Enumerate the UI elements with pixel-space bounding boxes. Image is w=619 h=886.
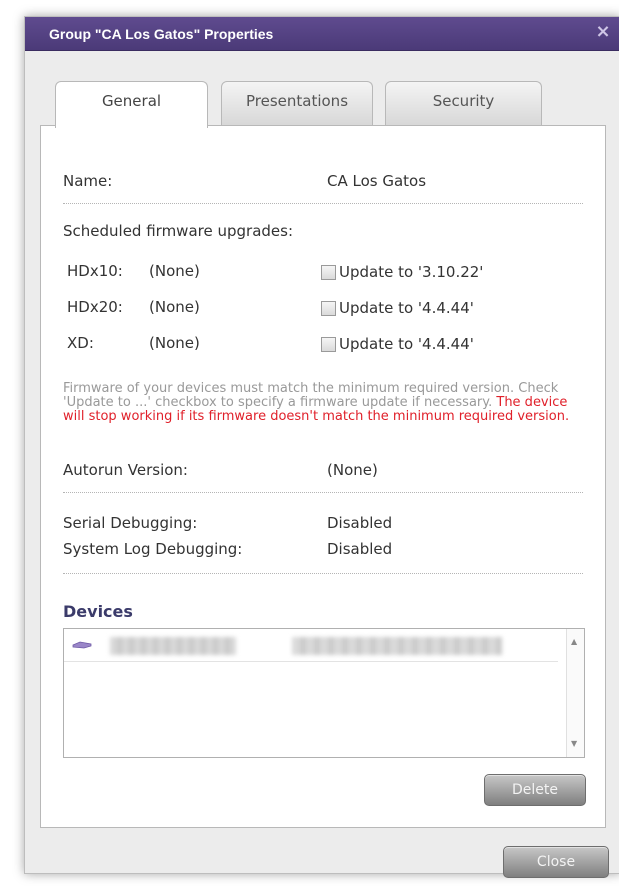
hdx20-update-label[interactable]: Update to '4.4.44'	[339, 299, 474, 317]
dialog-titlebar: Group "CA Los Gatos" Properties ×	[25, 17, 619, 51]
hdx10-model-label: HDx10:	[67, 262, 123, 280]
hdx20-model-label: HDx20:	[67, 298, 123, 316]
scheduled-upgrades-label: Scheduled firmware upgrades:	[63, 222, 294, 240]
tab-general[interactable]: General	[55, 81, 208, 128]
devices-list[interactable]: ▲ ▼	[63, 628, 585, 758]
hdx10-update-checkbox[interactable]	[321, 264, 336, 280]
close-button[interactable]: Close	[503, 846, 609, 878]
xd-current-version: (None)	[149, 334, 200, 352]
system-log-debugging-value: Disabled	[327, 540, 393, 558]
system-log-debugging-label: System Log Debugging:	[63, 540, 243, 558]
scroll-up-icon[interactable]: ▲	[571, 637, 577, 646]
firmware-note: Firmware of your devices must match the …	[63, 382, 583, 424]
general-panel: Name: CA Los Gatos Scheduled firmware up…	[40, 125, 606, 828]
xd-update-checkbox[interactable]	[321, 336, 336, 352]
hdx20-update-option[interactable]: Update to '4.4.44'	[321, 299, 474, 317]
dialog-title: Group "CA Los Gatos" Properties	[49, 26, 274, 42]
hdx10-update-option[interactable]: Update to '3.10.22'	[321, 263, 483, 281]
list-item[interactable]	[64, 629, 558, 662]
name-label: Name:	[63, 172, 113, 190]
firmware-note-text: Firmware of your devices must match the …	[63, 381, 559, 410]
hdx20-update-checkbox[interactable]	[321, 300, 336, 316]
devices-heading: Devices	[63, 602, 133, 621]
scroll-down-icon[interactable]: ▼	[571, 739, 577, 748]
serial-debugging-value: Disabled	[327, 514, 393, 532]
xd-update-label[interactable]: Update to '4.4.44'	[339, 335, 474, 353]
autorun-value: (None)	[327, 461, 378, 479]
xd-update-option[interactable]: Update to '4.4.44'	[321, 335, 474, 353]
tab-presentations[interactable]: Presentations	[221, 81, 373, 127]
device-name-redacted	[110, 637, 236, 655]
divider	[63, 203, 583, 204]
divider	[63, 492, 583, 493]
name-value: CA Los Gatos	[327, 172, 427, 190]
tab-security[interactable]: Security	[385, 81, 542, 127]
autorun-label: Autorun Version:	[63, 461, 188, 479]
delete-button[interactable]: Delete	[484, 774, 586, 806]
group-properties-dialog: Group "CA Los Gatos" Properties × Genera…	[24, 16, 619, 878]
serial-debugging-label: Serial Debugging:	[63, 514, 198, 532]
xd-model-label: XD:	[67, 334, 94, 352]
hdx10-current-version: (None)	[149, 262, 200, 280]
device-detail-redacted	[292, 637, 502, 655]
hdx10-update-label[interactable]: Update to '3.10.22'	[339, 263, 483, 281]
devices-scrollbar[interactable]: ▲ ▼	[566, 629, 584, 757]
divider	[63, 573, 583, 574]
close-icon[interactable]: ×	[594, 23, 612, 41]
device-icon	[72, 641, 92, 649]
hdx20-current-version: (None)	[149, 298, 200, 316]
